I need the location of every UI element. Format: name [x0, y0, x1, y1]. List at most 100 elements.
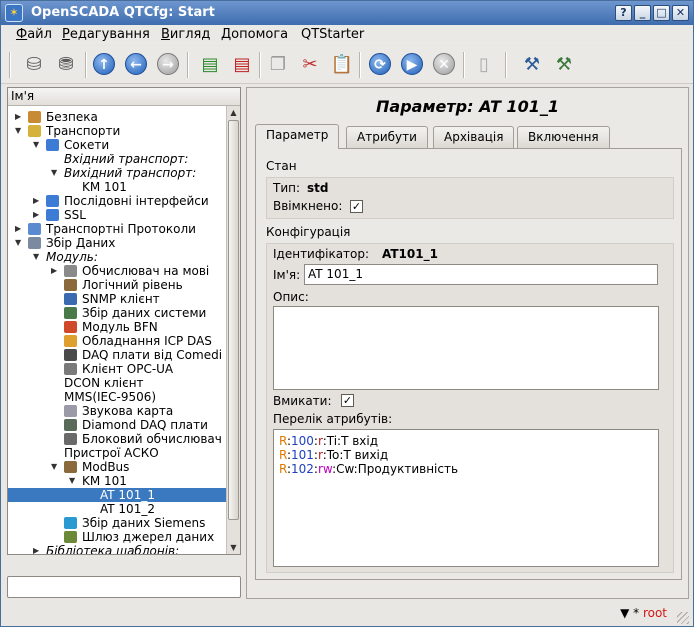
- tree-item[interactable]: AT 101_2: [8, 502, 226, 516]
- attr-line: R:102:rw:Cw:Продуктивність: [279, 462, 459, 476]
- help-button[interactable]: ?: [615, 5, 632, 21]
- expand-arrow-icon[interactable]: ▶: [15, 110, 25, 124]
- menu-file[interactable]: Файл: [16, 27, 52, 42]
- resize-grip-icon[interactable]: [677, 612, 689, 624]
- collapse-arrow-icon[interactable]: ▼: [69, 474, 79, 488]
- tree-item[interactable]: ▶ SSL: [8, 208, 226, 222]
- status-user[interactable]: ▼ * root: [620, 606, 667, 620]
- attr-line: R:101:r:To:T вихід: [279, 448, 389, 462]
- tree-item[interactable]: ▼ Вихідний транспорт:: [8, 166, 226, 180]
- up-icon[interactable]: ↑: [91, 51, 117, 77]
- delete-item-icon[interactable]: ▤: [229, 51, 255, 77]
- uiedit-icon[interactable]: ⚒: [551, 51, 577, 77]
- scroll-up-icon[interactable]: ▲: [227, 106, 240, 119]
- refresh-icon[interactable]: ⟳: [367, 51, 393, 77]
- collapse-arrow-icon[interactable]: ▼: [33, 138, 43, 152]
- tree-item[interactable]: ▶ Послідовні інтерфейси: [8, 194, 226, 208]
- tree-item[interactable]: Diamond DAQ плати: [8, 418, 226, 432]
- tree-node-icon: [28, 125, 41, 137]
- collapse-arrow-icon[interactable]: ▼: [33, 250, 43, 264]
- collapse-arrow-icon[interactable]: ▼: [51, 166, 61, 180]
- add-item-icon[interactable]: ▤: [197, 51, 223, 77]
- tree-item[interactable]: ▶ Транспортні Протоколи: [8, 222, 226, 236]
- description-textarea[interactable]: [273, 306, 659, 390]
- tree-item[interactable]: Шлюз джерел даних: [8, 530, 226, 544]
- book-icon[interactable]: ▯: [471, 51, 497, 77]
- expand-arrow-icon[interactable]: ▶: [15, 222, 25, 236]
- menu-help[interactable]: Допомога: [221, 27, 288, 42]
- tab-archiving[interactable]: Архівація: [433, 126, 515, 148]
- attr-list-textarea[interactable]: R:100:r:Ti:T вхід R:101:r:To:T вихід R:1…: [273, 429, 659, 567]
- tree-item[interactable]: ▼ KM 101: [8, 474, 226, 488]
- start-icon[interactable]: ▶: [399, 51, 425, 77]
- db-load-icon[interactable]: ⛁: [21, 51, 47, 77]
- tree-item[interactable]: ▼ ModBus: [8, 460, 226, 474]
- paste-icon[interactable]: 📋: [329, 51, 355, 77]
- tree-item[interactable]: Звукова карта: [8, 404, 226, 418]
- tree-item[interactable]: MMS(IEC-9506): [8, 390, 226, 404]
- qtcfg-icon[interactable]: ⚒: [519, 51, 545, 77]
- tree-item[interactable]: KM 101: [8, 180, 226, 194]
- collapse-arrow-icon[interactable]: ▼: [51, 460, 61, 474]
- pane-splitter[interactable]: [242, 87, 245, 599]
- close-button[interactable]: ✕: [672, 5, 689, 21]
- scroll-down-icon[interactable]: ▼: [227, 541, 240, 554]
- cut-icon[interactable]: ✂: [297, 51, 323, 77]
- collapse-arrow-icon[interactable]: ▼: [15, 236, 25, 250]
- navigation-tree[interactable]: Ім'я ▶ Безпека ▼ Транспорти ▼ Сокети Вхідний т…: [7, 87, 241, 555]
- title-bar[interactable]: ✶ OpenSCADA QTCfg: Start ? _ □ ✕: [1, 1, 693, 25]
- tree-item[interactable]: Збір даних системи: [8, 306, 226, 320]
- copy-icon[interactable]: ❐: [265, 51, 291, 77]
- maximize-button[interactable]: □: [653, 5, 670, 21]
- tree-item-label: DAQ плати від Comedi: [82, 348, 223, 362]
- expand-arrow-icon[interactable]: ▶: [33, 208, 43, 222]
- tree-item[interactable]: Логічний рівень: [8, 278, 226, 292]
- tree-item[interactable]: SNMP клієнт: [8, 292, 226, 306]
- tree-item[interactable]: DCON клієнт: [8, 376, 226, 390]
- toolbar-handle[interactable]: [9, 52, 11, 78]
- tree-item[interactable]: ▼ Сокети: [8, 138, 226, 152]
- tree-item[interactable]: DAQ плати від Comedi: [8, 348, 226, 362]
- tree-item[interactable]: Вхідний транспорт:: [8, 152, 226, 166]
- forward-icon[interactable]: →: [155, 51, 181, 77]
- tree-item[interactable]: ▼ Модуль:: [8, 250, 226, 264]
- enabled-checkbox[interactable]: ✓: [350, 200, 363, 213]
- tree-item[interactable]: Блоковий обчислювач: [8, 432, 226, 446]
- enable-checkbox[interactable]: ✓: [341, 394, 354, 407]
- tree-item[interactable]: ▶ Безпека: [8, 110, 226, 124]
- tree-filter-input[interactable]: [7, 576, 241, 598]
- back-icon[interactable]: ←: [123, 51, 149, 77]
- tree-item[interactable]: ▶ Бібліотека шаблонів:: [8, 544, 226, 554]
- tree-item[interactable]: ▼ Збір Даних: [8, 236, 226, 250]
- tree-body[interactable]: ▶ Безпека ▼ Транспорти ▼ Сокети Вхідний трансп…: [8, 106, 226, 554]
- tree-item[interactable]: Обладнання ICP DAS: [8, 334, 226, 348]
- tab-links[interactable]: Включення: [517, 126, 610, 148]
- menu-edit[interactable]: Редагування: [62, 27, 150, 42]
- expand-arrow-icon[interactable]: ▶: [33, 544, 43, 554]
- tree-scrollbar[interactable]: ▲ ▼: [226, 106, 240, 554]
- expand-arrow-icon[interactable]: ▶: [51, 264, 61, 278]
- user-menu-arrow[interactable]: ▼ *: [620, 606, 639, 620]
- tab-parameter[interactable]: Параметр: [255, 124, 340, 149]
- menu-view[interactable]: Вигляд: [161, 27, 210, 42]
- scroll-thumb[interactable]: [228, 120, 239, 520]
- menu-qtstarter[interactable]: QTStarter: [301, 27, 364, 42]
- tree-item[interactable]: ▼ Транспорти: [8, 124, 226, 138]
- tree-item-label: Модуль BFN: [82, 320, 158, 334]
- tab-attributes[interactable]: Атрибути: [346, 126, 428, 148]
- tree-node-icon: [64, 461, 77, 473]
- tree-item[interactable]: Збір даних Siemens: [8, 516, 226, 530]
- tree-item[interactable]: Модуль BFN: [8, 320, 226, 334]
- db-save-icon[interactable]: ⛃: [53, 51, 79, 77]
- tree-item[interactable]: ▶ Обчислювач на мові: [8, 264, 226, 278]
- tree-node-icon: [46, 195, 59, 207]
- tree-item[interactable]: Клієнт OPC-UA: [8, 362, 226, 376]
- tree-header[interactable]: Ім'я: [8, 88, 240, 106]
- stop-icon[interactable]: ✕: [431, 51, 457, 77]
- expand-arrow-icon[interactable]: ▶: [33, 194, 43, 208]
- minimize-button[interactable]: _: [634, 5, 651, 21]
- name-field[interactable]: AT 101_1: [304, 264, 658, 285]
- tree-item[interactable]: AT 101_1: [8, 488, 226, 502]
- collapse-arrow-icon[interactable]: ▼: [15, 124, 25, 138]
- tree-item[interactable]: Пристрої АСКО: [8, 446, 226, 460]
